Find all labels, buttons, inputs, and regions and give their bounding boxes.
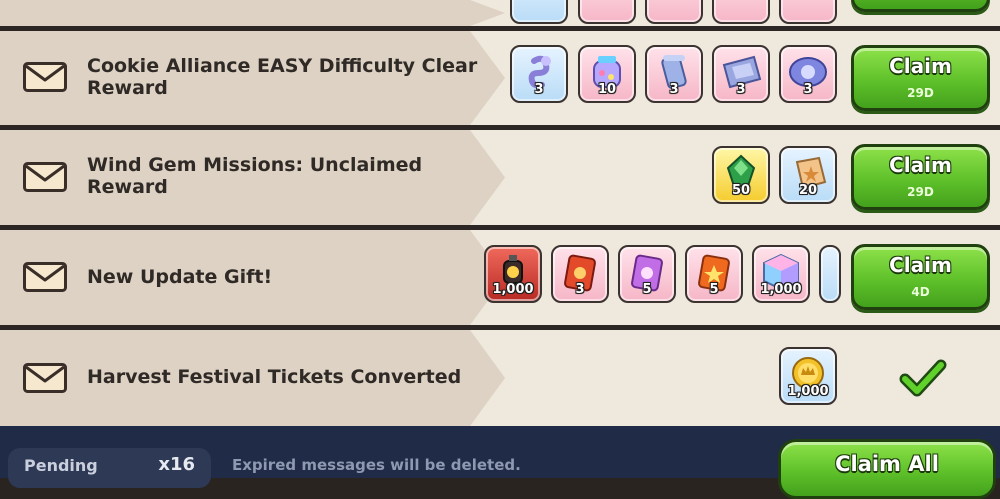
message-row: Wind Gem Missions: Unclaimed Reward 50 2… <box>0 130 1000 225</box>
message-row-partial <box>0 0 1000 26</box>
red-card-item-icon[interactable]: 3 <box>551 245 609 303</box>
crystal-slab-item-icon[interactable]: 3 <box>712 45 770 103</box>
message-row: New Update Gift! 1,000 3 5 5 1,000 Claim… <box>0 230 1000 325</box>
expiry-label: 29D <box>907 185 934 199</box>
swirl-cookie-item-icon[interactable]: 3 <box>510 45 568 103</box>
scroll-item-icon[interactable]: 3 <box>645 45 703 103</box>
envelope-icon <box>23 262 67 292</box>
envelope-icon <box>23 363 67 393</box>
partial-item-icon <box>712 0 770 24</box>
orange-card-item-icon[interactable]: 5 <box>685 245 743 303</box>
purple-card-item-icon[interactable]: 5 <box>618 245 676 303</box>
rainbow-cube-item-icon[interactable]: 1,000 <box>752 245 810 303</box>
message-row: Cookie Alliance EASY Difficulty Clear Re… <box>0 31 1000 125</box>
claim-all-button[interactable]: Claim All <box>778 439 996 499</box>
gold-coin-item-icon[interactable]: 1,000 <box>779 347 837 405</box>
checkmark-icon <box>899 359 947 397</box>
pending-counter: Pending x16 <box>8 448 211 488</box>
candy-jar-item-icon[interactable]: 10 <box>578 45 636 103</box>
wind-gem-item-icon[interactable]: 50 <box>712 146 770 204</box>
claim-button-partial[interactable] <box>851 0 990 12</box>
message-title: Harvest Festival Tickets Converted <box>87 366 462 388</box>
lantern-item-icon[interactable]: 1,000 <box>484 245 542 303</box>
partial-item-icon[interactable] <box>819 245 841 303</box>
message-title: Cookie Alliance EASY Difficulty Clear Re… <box>87 55 478 99</box>
partial-item-icon <box>510 0 568 24</box>
claim-button[interactable]: Claim 4D <box>851 244 990 310</box>
expiry-label: 4D <box>911 285 930 299</box>
claim-button[interactable]: Claim 29D <box>851 45 990 111</box>
message-row: Harvest Festival Tickets Converted 1,000 <box>0 330 1000 426</box>
pending-count: x16 <box>158 454 195 475</box>
envelope-icon <box>23 162 67 192</box>
expiry-label: 29D <box>907 86 934 100</box>
envelope-icon <box>23 62 67 92</box>
orb-ring-item-icon[interactable]: 3 <box>779 45 837 103</box>
partial-item-icon <box>578 0 636 24</box>
claim-button[interactable]: Claim 29D <box>851 144 990 210</box>
message-title: New Update Gift! <box>87 266 273 288</box>
footer-bar: Pending x16 Expired messages will be del… <box>0 426 1000 499</box>
message-title: Wind Gem Missions: Unclaimed Reward <box>87 154 423 198</box>
partial-item-icon <box>779 0 837 24</box>
expiry-notice: Expired messages will be deleted. <box>232 456 521 474</box>
star-fragment-item-icon[interactable]: 20 <box>779 146 837 204</box>
partial-item-icon <box>645 0 703 24</box>
